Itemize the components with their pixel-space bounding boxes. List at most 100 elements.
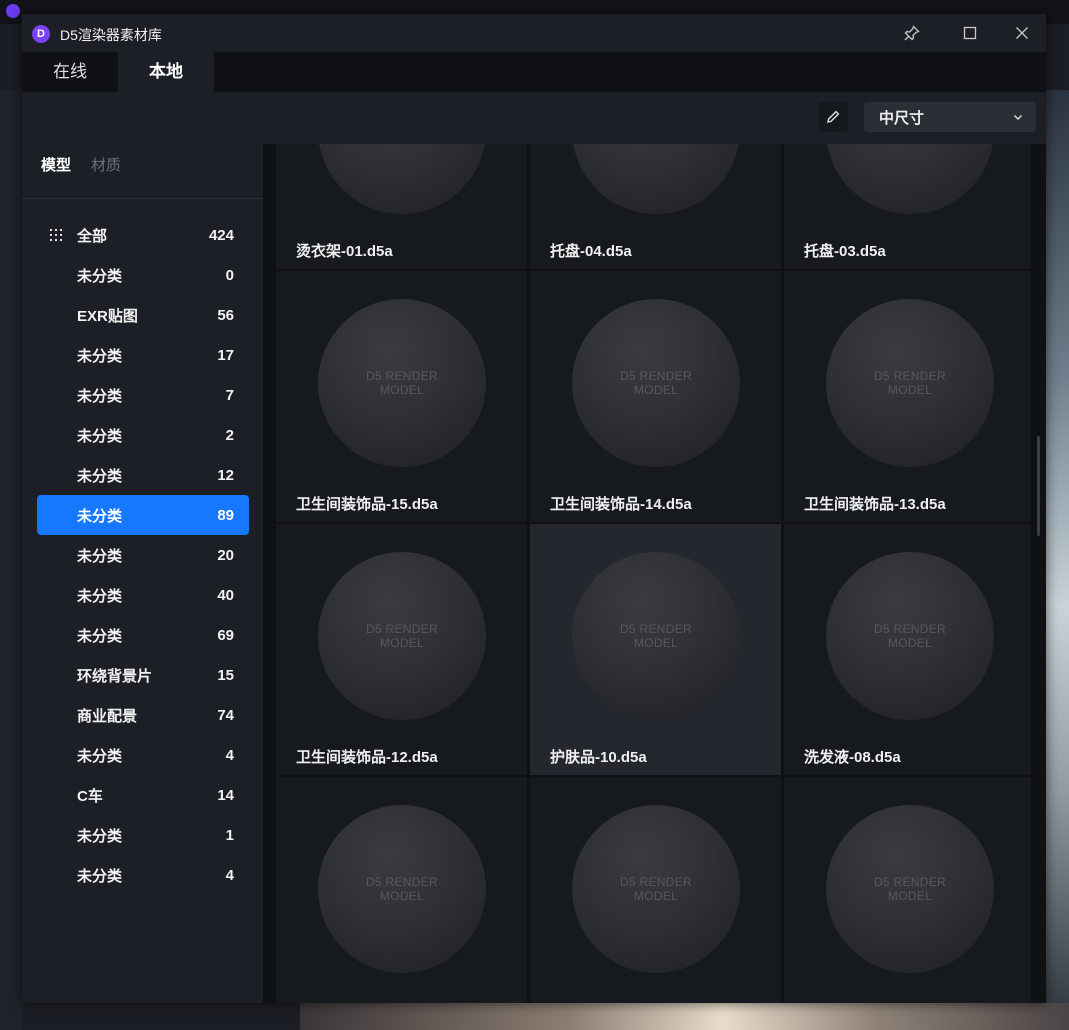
sidebar-category-item[interactable]: C车 14 <box>37 775 249 815</box>
asset-card[interactable]: D5 RENDER MODEL 卫生间装饰品-12.d5a <box>276 524 527 775</box>
asset-card[interactable]: D5 RENDER MODEL 护肤品-10.d5a <box>530 524 781 775</box>
asset-name: 烫衣架-01.d5a <box>296 243 393 260</box>
category-name: EXR贴图 <box>77 307 138 325</box>
asset-thumbnail: D5 RENDERMODEL <box>572 552 740 720</box>
sidebar-category-item[interactable]: EXR贴图 56 <box>37 295 249 335</box>
toolbar: 中尺寸 <box>22 92 1046 144</box>
category-count: 2 <box>225 426 234 444</box>
asset-card[interactable]: D5 RENDER MODEL 卫生间装饰品-15.d5a <box>276 271 527 522</box>
category-count: 89 <box>217 506 234 524</box>
asset-card[interactable]: D5 RENDER MODEL 卫生间装饰品-14.d5a <box>530 271 781 522</box>
placeholder-text-line2: MODEL <box>379 636 425 650</box>
close-icon <box>1016 27 1028 39</box>
category-count: 20 <box>217 546 234 564</box>
sidebar-category-item[interactable]: 全部 424 <box>37 215 249 255</box>
category-name: 未分类 <box>77 747 123 765</box>
tab-local[interactable]: 本地 <box>118 52 214 92</box>
asset-name: 托盘-03.d5a <box>804 243 886 260</box>
asset-name: 护肤品-10.d5a <box>550 749 647 766</box>
asset-thumbnail: D5 RENDERMODEL <box>572 805 740 973</box>
category-name: 全部 <box>77 227 108 245</box>
sidebar-category-item[interactable]: 未分类 4 <box>37 855 249 895</box>
thumbnail-size-select[interactable]: 中尺寸 <box>864 102 1036 132</box>
thumbnail-size-value: 中尺寸 <box>879 109 925 127</box>
category-list: 全部 424 未分类 0 EXR贴图 56 未分类 17 未分类 7 未分类 2 未分类 12 未分类 89 未… <box>37 215 249 895</box>
close-button[interactable] <box>1006 20 1038 46</box>
category-name: 未分类 <box>77 587 123 605</box>
asset-thumbnail: D5 RENDERMODEL <box>826 299 994 467</box>
sidebar-category-item[interactable]: 未分类 17 <box>37 335 249 375</box>
asset-thumbnail: D5 RENDERMODEL <box>826 144 994 214</box>
placeholder-text-line2: MODEL <box>633 889 679 903</box>
placeholder-text-line1: D5 RENDER <box>619 622 693 636</box>
tab-model[interactable]: 模型 <box>41 154 71 175</box>
asset-name: 卫生间装饰品-15.d5a <box>296 496 438 513</box>
tab-online[interactable]: 在线 <box>22 52 118 92</box>
grid-icon <box>50 229 62 241</box>
asset-card[interactable]: D5 RENDERMODEL 托盘-04.d5a <box>530 144 781 269</box>
asset-thumbnail: D5 RENDERMODEL <box>826 552 994 720</box>
window-titlebar[interactable]: D D5渲染器素材库 <box>22 14 1046 52</box>
category-sidebar: 模型 材质 全部 424 未分类 0 EXR贴图 56 未分类 17 未分类 7 未分类 2 未分类 12… <box>22 144 263 1003</box>
category-count: 69 <box>217 626 234 644</box>
asset-name: 洗发液-08.d5a <box>804 749 901 766</box>
asset-card[interactable]: D5 RENDERMODEL 烫衣架-01.d5a <box>276 144 527 269</box>
asset-grid-panel[interactable]: D5 RENDERMODEL烫衣架-01.d5aD5 RENDERMODEL托盘… <box>263 144 1031 1003</box>
category-count: 12 <box>217 466 234 484</box>
sidebar-category-item[interactable]: 未分类 4 <box>37 735 249 775</box>
category-name: 未分类 <box>77 827 123 845</box>
window-title: D5渲染器素材库 <box>60 27 162 43</box>
asset-thumbnail: D5 RENDERMODEL <box>318 299 486 467</box>
scrollbar-thumb[interactable] <box>1037 436 1040 536</box>
background-render-viewport-bottom <box>300 1003 1069 1030</box>
sidebar-category-item[interactable]: 未分类 40 <box>37 575 249 615</box>
category-count: 15 <box>217 666 234 684</box>
sidebar-category-item[interactable]: 未分类 0 <box>37 255 249 295</box>
category-name: 商业配景 <box>77 707 138 725</box>
asset-name: 卫生间装饰品-14.d5a <box>550 496 692 513</box>
category-count: 7 <box>225 386 234 404</box>
category-count: 4 <box>225 746 234 764</box>
sidebar-category-item[interactable]: 未分类 20 <box>37 535 249 575</box>
asset-card[interactable]: D5 RENDER MODEL 洗发液-08.d5a <box>784 524 1031 775</box>
background-render-viewport <box>1046 90 1069 1030</box>
edit-button[interactable] <box>818 102 848 132</box>
asset-card[interactable]: D5 RENDERMODEL 托盘-03.d5a <box>784 144 1031 269</box>
placeholder-text-line1: D5 RENDER <box>873 875 947 889</box>
pin-button[interactable] <box>896 20 928 46</box>
placeholder-text-line2: MODEL <box>887 889 933 903</box>
maximize-button[interactable] <box>954 20 986 46</box>
background-left-panel <box>0 90 22 1030</box>
sidebar-category-item[interactable]: 未分类 12 <box>37 455 249 495</box>
asset-card[interactable]: D5 RENDER MODEL <box>784 777 1031 1003</box>
sidebar-category-item[interactable]: 环绕背景片 15 <box>37 655 249 695</box>
background-app-logo <box>6 4 20 18</box>
category-name: 未分类 <box>77 547 123 565</box>
asset-name: 卫生间装饰品-13.d5a <box>804 496 946 513</box>
placeholder-text-line2: MODEL <box>887 383 933 397</box>
sidebar-category-item[interactable]: 未分类 7 <box>37 375 249 415</box>
category-name: 环绕背景片 <box>77 667 153 685</box>
sidebar-tabs: 模型 材质 <box>22 144 263 199</box>
asset-card[interactable]: D5 RENDER MODEL 卫生间装饰品-13.d5a <box>784 271 1031 522</box>
asset-card[interactable]: D5 RENDER MODEL <box>530 777 781 1003</box>
asset-thumbnail: D5 RENDERMODEL <box>572 144 740 214</box>
category-name: 未分类 <box>77 627 123 645</box>
pin-icon <box>904 25 920 41</box>
category-name: 未分类 <box>77 467 123 485</box>
chevron-down-icon <box>1014 115 1022 120</box>
asset-thumbnail: D5 RENDERMODEL <box>826 805 994 973</box>
source-tabs: 在线 本地 <box>22 52 1046 92</box>
sidebar-category-item[interactable]: 未分类 1 <box>37 815 249 855</box>
vertical-scrollbar[interactable] <box>1031 144 1046 1003</box>
tab-material[interactable]: 材质 <box>91 154 121 175</box>
sidebar-category-item[interactable]: 未分类 2 <box>37 415 249 455</box>
placeholder-text-line1: D5 RENDER <box>873 369 947 383</box>
sidebar-category-item[interactable]: 未分类 69 <box>37 615 249 655</box>
category-name: 未分类 <box>77 267 123 285</box>
asset-card[interactable]: D5 RENDER MODEL <box>276 777 527 1003</box>
placeholder-text-line2: MODEL <box>633 383 679 397</box>
sidebar-category-item[interactable]: 未分类 89 <box>37 495 249 535</box>
sidebar-category-item[interactable]: 商业配景 74 <box>37 695 249 735</box>
pencil-icon <box>827 110 840 123</box>
